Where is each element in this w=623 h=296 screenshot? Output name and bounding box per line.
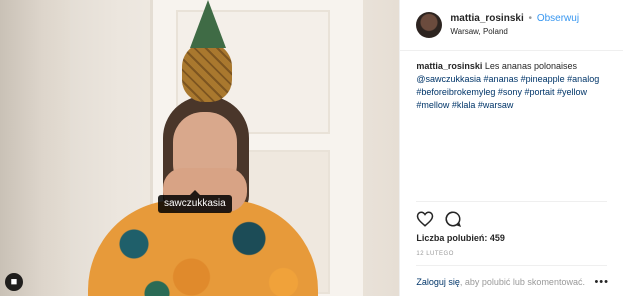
location-link[interactable]: Warsaw, Poland [450, 26, 579, 38]
post-date: 12 LUTEGO [416, 251, 454, 257]
caption-tag[interactable]: #warsaw [478, 100, 514, 110]
caption-tag[interactable]: #klala [452, 100, 476, 110]
divider [416, 201, 607, 202]
caption-username[interactable]: mattia_rosinski [416, 61, 482, 71]
more-options-button[interactable]: ••• [594, 276, 609, 288]
header-info: mattia_rosinski • Obserwuj Warsaw, Polan… [450, 12, 579, 38]
divider [416, 265, 607, 266]
post-sidebar: mattia_rosinski • Obserwuj Warsaw, Polan… [399, 0, 623, 296]
curtain [0, 0, 70, 296]
pineapple [182, 42, 232, 102]
heart-icon[interactable] [416, 210, 434, 228]
caption-tag[interactable]: #portait [524, 87, 554, 97]
post: sawczukkasia ■ mattia_rosinski • Obserwu… [0, 0, 623, 296]
login-link[interactable]: Zaloguj się [416, 277, 460, 287]
caption-text: Les ananas polonaises [484, 61, 577, 71]
avatar[interactable] [416, 12, 443, 38]
follow-button[interactable]: Obserwuj [537, 13, 579, 24]
tagged-users-icon[interactable]: ■ [5, 273, 23, 291]
caption-tag[interactable]: @sawczukkasia [416, 74, 481, 84]
header-username[interactable]: mattia_rosinski [450, 13, 523, 24]
caption-tag[interactable]: #sony [498, 87, 522, 97]
post-photo[interactable]: sawczukkasia ■ [0, 0, 400, 296]
post-header: mattia_rosinski • Obserwuj Warsaw, Polan… [400, 0, 623, 51]
login-prompt: Zaloguj się, aby polubić lub skomentować… [416, 277, 585, 287]
header-user-line: mattia_rosinski • Obserwuj [450, 12, 579, 26]
likes-count[interactable]: Liczba polubień: 459 [416, 233, 505, 243]
pineapple-leaves [190, 0, 226, 48]
action-bar [416, 210, 462, 228]
caption-tag[interactable]: #yellow [557, 87, 587, 97]
separator-dot: • [528, 13, 533, 24]
caption-tag[interactable]: #ananas [484, 74, 519, 84]
caption-tag[interactable]: #analog [567, 74, 599, 84]
caption-tag[interactable]: #pineapple [521, 74, 565, 84]
login-prompt-text: , aby polubić lub skomentować. [459, 277, 585, 287]
caption: mattia_rosinski Les ananas polonaises @s… [400, 51, 623, 190]
caption-tag[interactable]: #beforeibrokemyleg [416, 87, 495, 97]
speech-bubble-icon[interactable] [444, 210, 462, 228]
user-tag-label[interactable]: sawczukkasia [158, 190, 232, 213]
caption-tag[interactable]: #mellow [416, 100, 449, 110]
